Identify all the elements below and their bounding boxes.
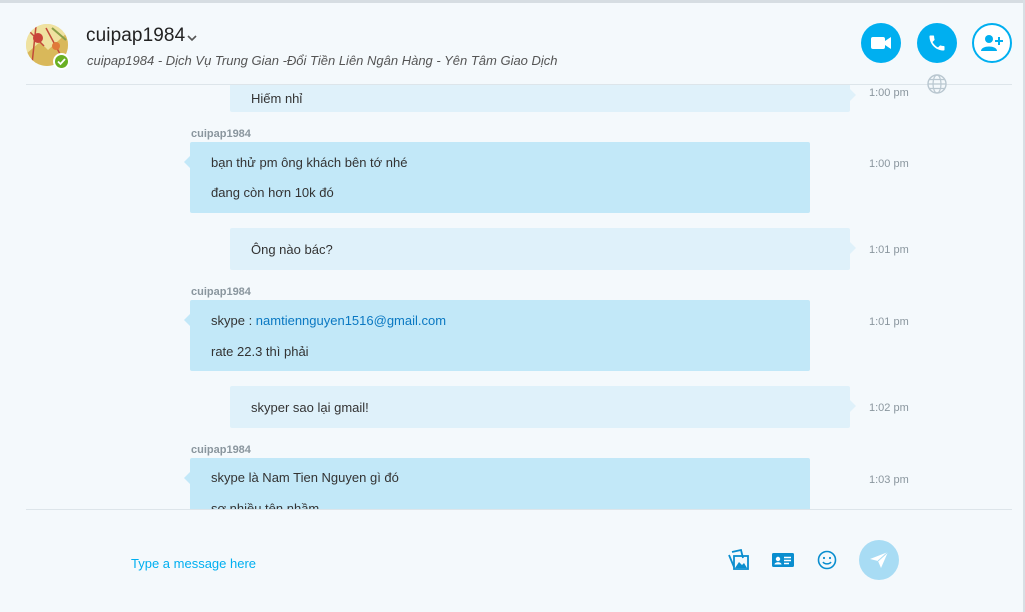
message-text: đang còn hơn 10k đó xyxy=(211,185,334,200)
outgoing-message[interactable]: Ông nào bác? xyxy=(230,228,856,270)
message-time: 1:01 pm xyxy=(869,316,909,328)
video-call-button[interactable] xyxy=(861,23,901,63)
chevron-down-icon[interactable] xyxy=(186,30,198,42)
message-input[interactable] xyxy=(131,553,691,573)
incoming-message[interactable]: skype là Nam Tien Nguyen gì đó sợ nhiều … xyxy=(184,458,810,509)
message-sender: cuipap1984 xyxy=(191,286,251,298)
chat-header: cuipap1984 cuipap1984 - Dịch Vụ Trung Gi… xyxy=(0,3,1023,85)
video-call-icon xyxy=(871,37,891,49)
emoticon-button[interactable] xyxy=(815,548,839,572)
message-text: bạn thử pm ông khách bên tớ nhé xyxy=(211,155,408,170)
contact-card-icon xyxy=(772,553,794,567)
composer-divider xyxy=(26,509,1012,510)
message-text: skyper sao lại gmail! xyxy=(251,400,369,415)
message-text: rate 22.3 thì phải xyxy=(211,344,309,359)
message-time: 1:00 pm xyxy=(869,87,909,99)
incoming-message[interactable]: bạn thử pm ông khách bên tớ nhé đang còn… xyxy=(184,142,810,213)
contact-name[interactable]: cuipap1984 xyxy=(86,25,185,47)
phone-call-icon xyxy=(929,35,945,51)
message-time: 1:02 pm xyxy=(869,402,909,414)
media-gallery-button[interactable] xyxy=(727,548,751,572)
incoming-message[interactable]: skype : namtiennguyen1516@gmail.com rate… xyxy=(184,300,810,371)
message-text: Ông nào bác? xyxy=(251,242,333,257)
message-text: sợ nhiều tên nhầm xyxy=(211,501,320,509)
send-icon xyxy=(870,551,889,568)
conversation-pane[interactable]: Hiếm nhỉ 1:00 pm cuipap1984 bạn thử pm ô… xyxy=(0,85,1023,509)
message-text: Hiếm nhỉ xyxy=(251,91,303,106)
mood-message: cuipap1984 - Dịch Vụ Trung Gian -Đổi Tiề… xyxy=(87,53,558,68)
message-time: 1:00 pm xyxy=(869,158,909,170)
message-text: skype là Nam Tien Nguyen gì đó xyxy=(211,470,399,485)
outgoing-message[interactable]: Hiếm nhỉ xyxy=(230,85,856,112)
emoticon-icon xyxy=(817,550,837,570)
audio-call-button[interactable] xyxy=(917,23,957,63)
add-person-icon xyxy=(981,35,1003,51)
message-prefix: skype : xyxy=(211,313,256,328)
email-link[interactable]: namtiennguyen1516@gmail.com xyxy=(256,313,446,328)
message-time: 1:01 pm xyxy=(869,244,909,256)
message-sender: cuipap1984 xyxy=(191,128,251,140)
add-people-button[interactable] xyxy=(972,23,1012,63)
send-button[interactable] xyxy=(859,540,899,580)
media-gallery-icon xyxy=(728,549,749,570)
message-time: 1:03 pm xyxy=(869,474,909,486)
outgoing-message[interactable]: skyper sao lại gmail! xyxy=(230,386,856,428)
message-sender: cuipap1984 xyxy=(191,444,251,456)
message-text: skype : namtiennguyen1516@gmail.com xyxy=(211,313,446,328)
send-contact-button[interactable] xyxy=(771,548,795,572)
presence-online-icon xyxy=(53,53,70,70)
